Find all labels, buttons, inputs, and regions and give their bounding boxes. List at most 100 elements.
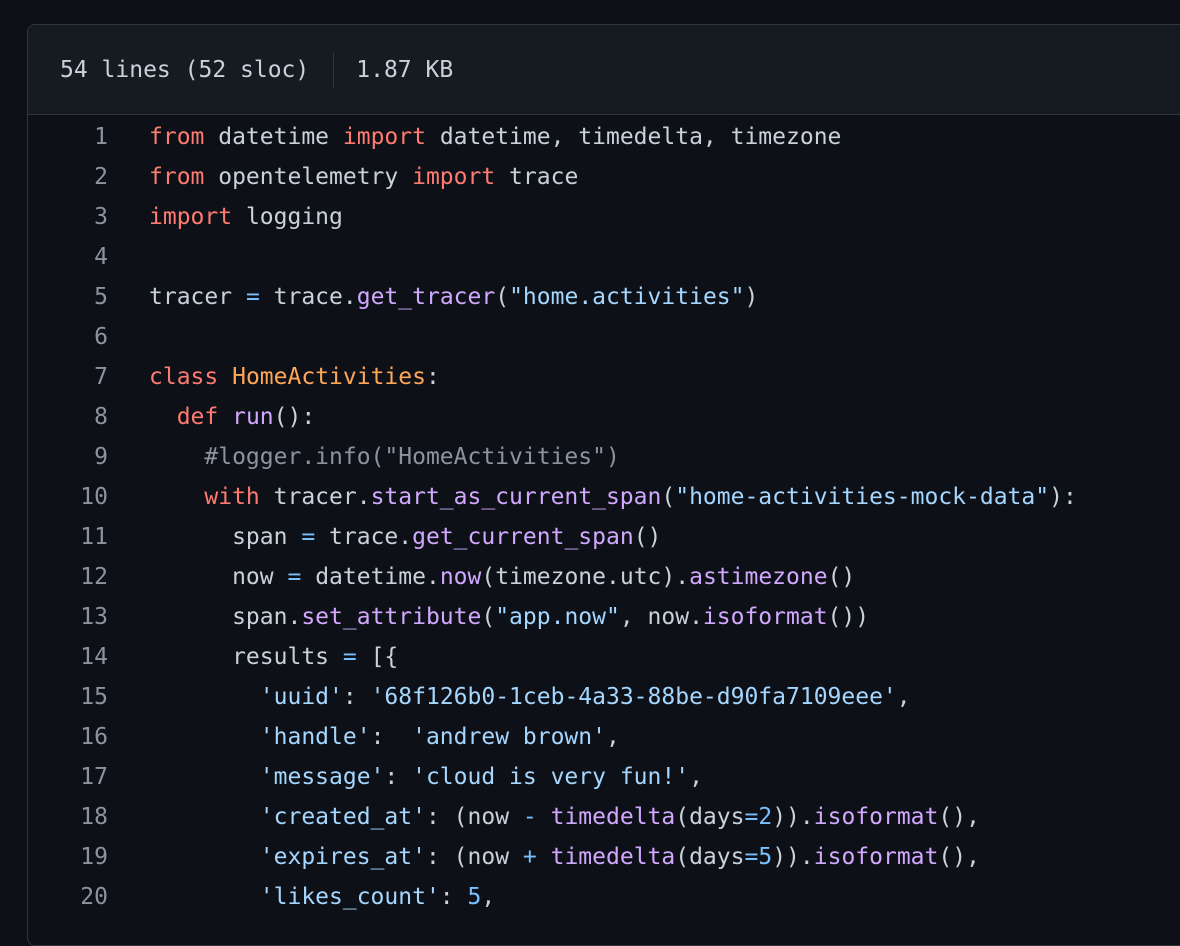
code-line[interactable]: 8 def run(): (28, 397, 1180, 437)
code-token: ( (495, 284, 510, 310)
code-line[interactable]: 1 from datetime import datetime, timedelt… (28, 117, 1180, 157)
line-number[interactable]: 14 (28, 637, 108, 677)
code-token: results (149, 644, 343, 670)
line-number[interactable]: 3 (28, 197, 108, 237)
code-token: = (744, 804, 759, 830)
code-token: ( (481, 604, 496, 630)
code-token: (days (675, 804, 745, 830)
code-token: trace. (315, 524, 413, 550)
code-token: span (149, 524, 302, 550)
code-token: = (301, 524, 316, 550)
code-line[interactable]: 12 now = datetime.now(timezone.utc).asti… (28, 557, 1180, 597)
code-text: #logger.info("HomeActivities") (108, 437, 620, 477)
code-text: tracer = trace.get_tracer("home.activiti… (108, 277, 758, 317)
code-token: : (439, 884, 468, 910)
line-number[interactable]: 8 (28, 397, 108, 437)
code-token: ()) (827, 604, 870, 630)
line-number[interactable]: 5 (28, 277, 108, 317)
line-number[interactable]: 15 (28, 677, 108, 717)
code-token: , (481, 884, 496, 910)
code-token: datetime (204, 124, 343, 150)
code-line[interactable]: 3 import logging (28, 197, 1180, 237)
code-token: class (149, 364, 219, 390)
line-number[interactable]: 9 (28, 437, 108, 477)
code-text: 'created_at': (now - timedelta(days=2)).… (108, 797, 980, 837)
line-number[interactable]: 11 (28, 517, 108, 557)
code-line[interactable]: 20 'likes_count': 5, (28, 877, 1180, 917)
code-token: now (149, 564, 288, 590)
code-token: 5 (758, 844, 773, 870)
code-line[interactable]: 16 'handle': 'andrew brown', (28, 717, 1180, 757)
code-line[interactable]: 18 'created_at': (now - timedelta(days=2… (28, 797, 1180, 837)
code-text: 'uuid': '68f126b0-1ceb-4a33-88be-d90fa71… (108, 677, 911, 717)
file-line-count: 54 lines (52 sloc) (60, 56, 310, 83)
code-token: isoformat (813, 804, 939, 830)
line-number[interactable]: 20 (28, 877, 108, 917)
code-token: run (232, 404, 274, 430)
code-token: isoformat (702, 604, 828, 630)
line-number[interactable]: 17 (28, 757, 108, 797)
code-token: import (342, 124, 426, 150)
line-number[interactable]: 10 (28, 477, 108, 517)
code-token: () (827, 564, 856, 590)
line-number[interactable]: 6 (28, 317, 108, 357)
code-token: 'handle' (259, 724, 371, 750)
code-token: )). (772, 844, 814, 870)
line-number[interactable]: 19 (28, 837, 108, 877)
line-number[interactable]: 7 (28, 357, 108, 397)
code-line[interactable]: 4 (28, 237, 1180, 277)
code-token: = (287, 564, 302, 590)
line-number[interactable]: 1 (28, 117, 108, 157)
code-token: opentelemetry (204, 164, 413, 190)
code-token: with (204, 484, 260, 510)
code-line[interactable]: 15 'uuid': '68f126b0-1ceb-4a33-88be-d90f… (28, 677, 1180, 717)
code-text: def run(): (108, 397, 316, 437)
line-number[interactable]: 12 (28, 557, 108, 597)
code-token: (): (273, 404, 316, 430)
code-text: 'expires_at': (now + timedelta(days=5)).… (108, 837, 980, 877)
line-number[interactable]: 16 (28, 717, 108, 757)
line-number[interactable]: 13 (28, 597, 108, 637)
code-token: , (689, 764, 703, 790)
code-line[interactable]: 19 'expires_at': (now + timedelta(days=5… (28, 837, 1180, 877)
file-info-bar: 54 lines (52 sloc) 1.87 KB (28, 25, 1180, 115)
code-line[interactable]: 6 (28, 317, 1180, 357)
code-line[interactable]: 5 tracer = trace.get_tracer("home.activit… (28, 277, 1180, 317)
code-token: logging (232, 204, 343, 230)
code-token: astimezone (689, 564, 828, 590)
code-token: , (605, 724, 620, 750)
line-number[interactable]: 18 (28, 797, 108, 837)
code-line[interactable]: 14 results = [{ (28, 637, 1180, 677)
code-token: span. (149, 604, 302, 630)
code-token: '68f126b0-1ceb-4a33-88be-d90fa7109eee' (370, 684, 897, 710)
code-token: import (412, 164, 496, 190)
code-token: 2 (758, 804, 773, 830)
code-token: isoformat (813, 844, 939, 870)
code-token: tracer (149, 284, 246, 310)
code-token: "app.now" (495, 604, 620, 630)
code-line[interactable]: 2 from opentelemetry import trace (28, 157, 1180, 197)
code-line[interactable]: 11 span = trace.get_current_span() (28, 517, 1180, 557)
code-line[interactable]: 9 #logger.info("HomeActivities") (28, 437, 1180, 477)
code-token: timedelta (550, 804, 676, 830)
code-line[interactable]: 10 with tracer.start_as_current_span("ho… (28, 477, 1180, 517)
line-number[interactable]: 4 (28, 237, 108, 277)
code-line[interactable]: 7 class HomeActivities: (28, 357, 1180, 397)
file-viewer: 54 lines (52 sloc) 1.87 KB 1 from datetim… (27, 24, 1180, 946)
code-line[interactable]: 17 'message': 'cloud is very fun!', (28, 757, 1180, 797)
code-token: ): (1049, 484, 1077, 510)
code-listing[interactable]: 1 from datetime import datetime, timedelt… (28, 115, 1180, 917)
code-line[interactable]: 13 span.set_attribute("app.now", now.iso… (28, 597, 1180, 637)
code-token: 'likes_count' (259, 884, 440, 910)
code-token: - (522, 804, 537, 830)
code-token: #logger.info("HomeActivities") (204, 444, 620, 470)
line-number[interactable]: 2 (28, 157, 108, 197)
code-text: from opentelemetry import trace (108, 157, 578, 197)
